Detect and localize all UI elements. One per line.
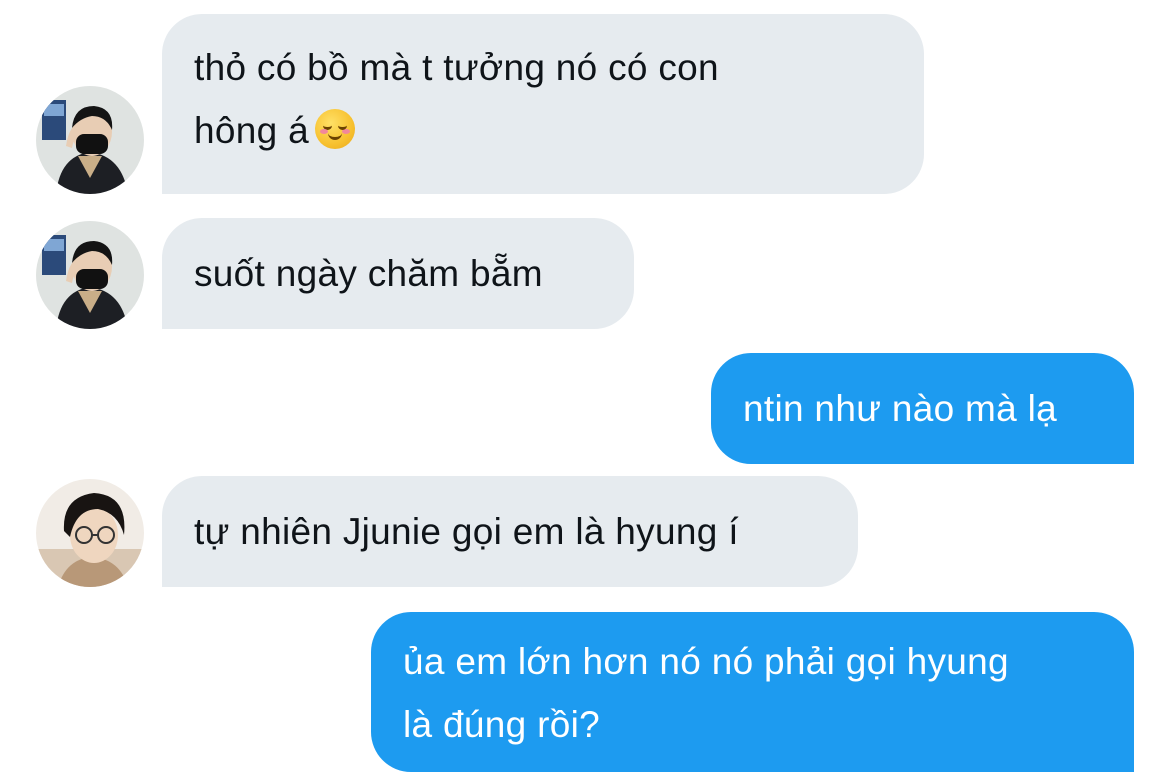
message-bubble[interactable]: ủa em lớn hơn nó nó phải gọi hyung là đú… [371,612,1134,772]
message-text-line: ntin như nào mà lạ [743,388,1058,429]
message-text-line: ủa em lớn hơn nó nó phải gọi hyung [403,641,1009,682]
message-text: hông á [194,110,309,151]
user-avatar-masked-icon[interactable] [36,86,144,194]
message-text-line: hông á [194,99,892,162]
message-text-line: thỏ có bồ mà t tưởng nó có con [194,47,719,88]
user-avatar-masked-icon[interactable] [36,221,144,329]
smiling-face-emoji-icon [314,109,355,149]
message-bubble[interactable]: thỏ có bồ mà t tưởng nó có con hông á [162,14,924,194]
message-text-line: tự nhiên Jjunie gọi em là hyung í [194,511,739,552]
message-thread: thỏ có bồ mà t tưởng nó có con hông á su… [0,0,1170,779]
message-bubble[interactable]: ntin như nào mà lạ [711,353,1134,464]
user-avatar-glasses-icon[interactable] [36,479,144,587]
message-text-line: là đúng rồi? [403,704,600,745]
message-bubble[interactable]: suốt ngày chăm bẵm [162,218,634,329]
message-text-line: suốt ngày chăm bẵm [194,253,543,294]
message-bubble[interactable]: tự nhiên Jjunie gọi em là hyung í [162,476,858,587]
